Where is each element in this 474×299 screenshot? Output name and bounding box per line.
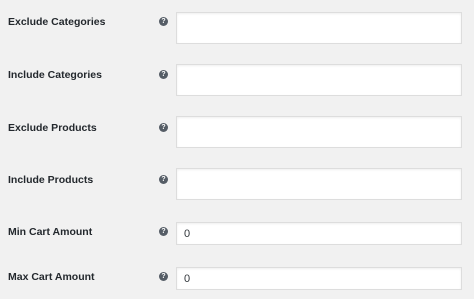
include-categories-field[interactable] bbox=[176, 64, 462, 96]
max-cart-amount-label: Max Cart Amount bbox=[8, 271, 95, 283]
question-circle-icon[interactable]: ? bbox=[159, 70, 168, 79]
min-cart-amount-field[interactable] bbox=[176, 222, 462, 245]
question-circle-icon[interactable]: ? bbox=[159, 175, 168, 184]
include-products-field[interactable] bbox=[176, 168, 462, 200]
exclude-products-field[interactable] bbox=[176, 116, 462, 148]
min-cart-amount-label: Min Cart Amount bbox=[8, 226, 93, 238]
exclude-categories-label: Exclude Categories bbox=[8, 16, 106, 28]
question-circle-icon[interactable]: ? bbox=[159, 123, 168, 132]
exclude-products-label: Exclude Products bbox=[8, 122, 97, 134]
question-circle-icon[interactable]: ? bbox=[159, 227, 168, 236]
include-categories-label: Include Categories bbox=[8, 69, 102, 81]
coupon-restrictions-form: Exclude Categories ? Include Categories … bbox=[0, 0, 474, 299]
question-circle-icon[interactable]: ? bbox=[159, 272, 168, 281]
question-circle-icon[interactable]: ? bbox=[159, 17, 168, 26]
exclude-categories-field[interactable] bbox=[176, 12, 462, 44]
max-cart-amount-field[interactable] bbox=[176, 267, 462, 290]
include-products-label: Include Products bbox=[8, 174, 94, 186]
